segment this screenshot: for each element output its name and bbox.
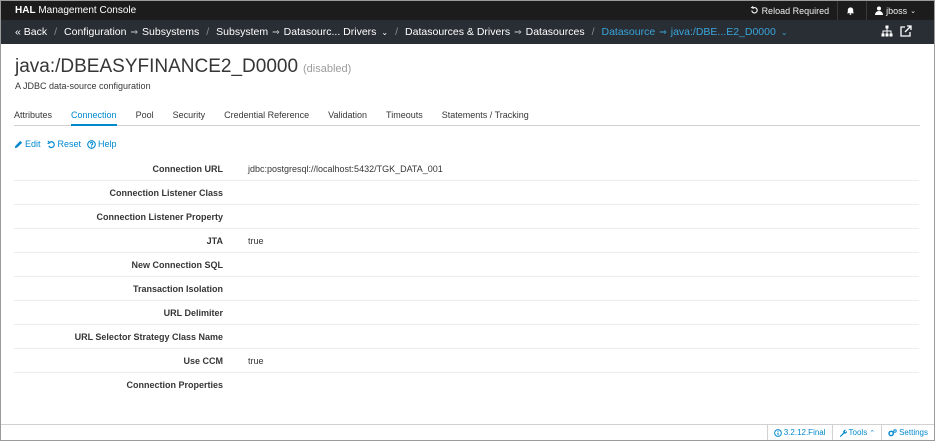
arrow-right-icon: ⇒ bbox=[514, 26, 522, 37]
chevron-down-icon: ⌄ bbox=[910, 7, 916, 15]
status-badge: (disabled) bbox=[303, 63, 352, 75]
reset-button[interactable]: Reset bbox=[46, 139, 82, 149]
property-label: Connection URL bbox=[152, 163, 224, 174]
breadcrumb-datasource-key: Datasource bbox=[601, 26, 656, 38]
property-row: New Connection SQL bbox=[14, 253, 919, 277]
arrow-right-icon: ⇒ bbox=[272, 26, 280, 37]
title-row: java:/DBEASYFINANCE2_D0000 (disabled) bbox=[15, 56, 351, 78]
property-list: Connection URL jdbc:postgresql://localhos… bbox=[14, 157, 919, 397]
property-row: Use CCM true bbox=[14, 349, 919, 373]
top-bar: HAL Management Console Reload Required j… bbox=[1, 1, 934, 20]
property-row: Connection Listener Property bbox=[14, 205, 919, 229]
breadcrumb-subsystem-key: Subsystem bbox=[216, 26, 269, 38]
property-row: Connection Properties bbox=[14, 373, 919, 397]
reload-icon bbox=[750, 6, 758, 14]
version-label: 3.2.12.Final bbox=[783, 428, 826, 437]
arrow-right-icon: ⇒ bbox=[659, 26, 667, 37]
user-icon bbox=[875, 6, 884, 15]
tools-menu[interactable]: Tools ⌃ bbox=[831, 425, 882, 440]
tools-label: Tools bbox=[848, 428, 868, 437]
brand: HAL Management Console bbox=[15, 5, 137, 16]
version-link[interactable]: 3.2.12.Final bbox=[766, 425, 832, 440]
property-row: Connection URL jdbc:postgresql://localhos… bbox=[14, 157, 919, 181]
reload-required-button[interactable]: Reload Required bbox=[742, 1, 838, 20]
property-label: Connection Properties bbox=[126, 380, 223, 390]
property-label: Use CCM bbox=[183, 355, 223, 366]
tab-bar: Attributes Connection Pool Security Cred… bbox=[14, 106, 920, 126]
breadcrumb-subsystems[interactable]: Subsystems bbox=[142, 26, 199, 38]
footer: 3.2.12.Final Tools ⌃ Settings bbox=[1, 424, 934, 440]
settings-button[interactable]: Settings bbox=[881, 425, 934, 440]
info-icon bbox=[773, 428, 782, 437]
property-label: URL Delimiter bbox=[163, 307, 223, 318]
form-actions: Edit Reset Help bbox=[14, 139, 117, 149]
help-button[interactable]: Help bbox=[87, 139, 117, 149]
property-value: true bbox=[248, 355, 264, 366]
breadcrumb-configuration[interactable]: Configuration bbox=[64, 26, 126, 38]
tab-connection[interactable]: Connection bbox=[71, 106, 117, 126]
property-label: URL Selector Strategy Class Name bbox=[74, 331, 223, 342]
settings-label: Settings bbox=[899, 428, 928, 437]
user-name: jboss bbox=[886, 5, 908, 16]
page-subtitle: A JDBC data-source configuration bbox=[15, 81, 151, 91]
tab-validation[interactable]: Validation bbox=[328, 106, 367, 126]
property-label: JTA bbox=[206, 235, 223, 246]
property-label: Transaction Isolation bbox=[132, 283, 223, 294]
external-link-icon[interactable] bbox=[900, 25, 912, 37]
property-row: URL Selector Strategy Class Name bbox=[14, 325, 919, 349]
tab-credential-reference[interactable]: Credential Reference bbox=[224, 106, 309, 126]
cogs-icon bbox=[888, 428, 897, 436]
breadcrumb-datasource-value[interactable]: java:/DBE...E2_D0000 bbox=[671, 26, 776, 38]
notifications-button[interactable] bbox=[837, 1, 866, 20]
tab-pool[interactable]: Pool bbox=[136, 106, 154, 126]
property-label: New Connection SQL bbox=[131, 259, 223, 270]
property-value: jdbc:postgresql://localhost:5432/TGK_DAT… bbox=[248, 163, 443, 174]
property-label: Connection Listener Class bbox=[109, 187, 223, 198]
property-row: JTA true bbox=[14, 229, 919, 253]
page-title: java:/DBEASYFINANCE2_D0000 bbox=[15, 56, 299, 77]
tab-statements-tracking[interactable]: Statements / Tracking bbox=[442, 106, 529, 126]
breadcrumb-subsystem-value[interactable]: Datasourc... Drivers bbox=[284, 26, 377, 38]
property-row: Connection Listener Class bbox=[14, 181, 919, 205]
property-row: Transaction Isolation bbox=[14, 277, 919, 301]
bell-icon bbox=[847, 7, 855, 15]
chevron-down-icon[interactable]: ⌄ bbox=[381, 28, 388, 37]
tab-security[interactable]: Security bbox=[173, 106, 206, 126]
tab-timeouts[interactable]: Timeouts bbox=[386, 106, 423, 126]
breadcrumb: « Back / Configuration ⇒ Subsystems / Su… bbox=[15, 26, 788, 38]
wrench-icon bbox=[839, 429, 847, 437]
property-value: true bbox=[248, 235, 264, 246]
breadcrumb-group[interactable]: Datasources & Drivers bbox=[405, 26, 510, 38]
chevron-down-icon[interactable]: ⌄ bbox=[781, 28, 788, 37]
pencil-icon bbox=[14, 140, 23, 148]
breadcrumb-group-value[interactable]: Datasources bbox=[526, 26, 585, 38]
chevron-up-icon: ⌃ bbox=[869, 429, 876, 437]
help-circle-icon bbox=[87, 139, 96, 149]
undo-icon bbox=[46, 140, 55, 148]
reload-label: Reload Required bbox=[761, 5, 830, 16]
back-link[interactable]: « Back bbox=[15, 26, 47, 38]
edit-label: Edit bbox=[25, 139, 41, 149]
arrow-right-icon: ⇒ bbox=[130, 26, 139, 37]
edit-button[interactable]: Edit bbox=[14, 139, 41, 149]
property-label: Connection Listener Property bbox=[96, 211, 223, 222]
property-row: URL Delimiter bbox=[14, 301, 919, 325]
tab-attributes[interactable]: Attributes bbox=[14, 106, 52, 126]
sitemap-icon[interactable] bbox=[881, 25, 893, 37]
help-label: Help bbox=[98, 139, 117, 149]
breadcrumb-bar: « Back / Configuration ⇒ Subsystems / Su… bbox=[1, 20, 934, 44]
reset-label: Reset bbox=[57, 139, 82, 149]
user-menu[interactable]: jboss ⌄ bbox=[866, 1, 924, 20]
